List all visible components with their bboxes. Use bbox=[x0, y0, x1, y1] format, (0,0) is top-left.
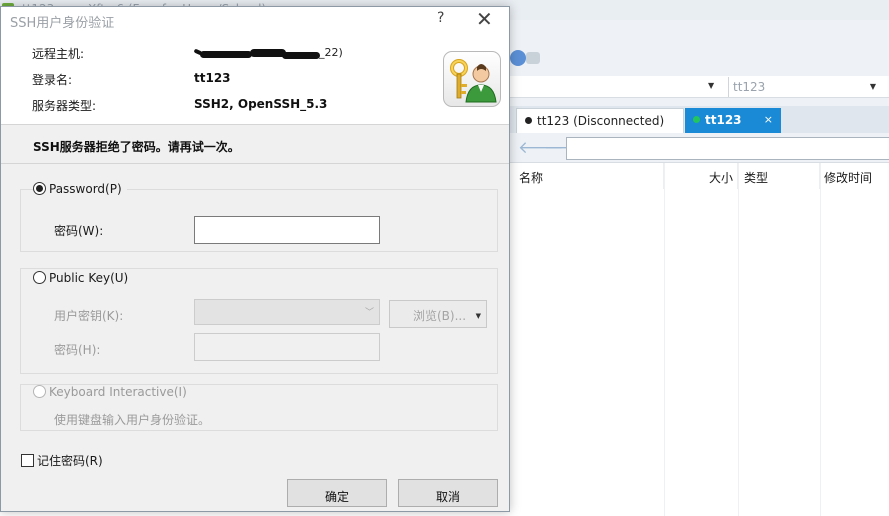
public-key-radio[interactable]: Public Key(U) bbox=[33, 271, 134, 285]
key-user-icon bbox=[443, 51, 501, 107]
keyboard-interactive-radio[interactable]: Keyboard Interactive(I) bbox=[33, 385, 192, 399]
status-dot-icon bbox=[693, 116, 700, 123]
remote-file-list[interactable]: 名称 大小 类型 修改时间 bbox=[510, 163, 889, 516]
cancel-button[interactable]: 取消 bbox=[398, 479, 498, 507]
connection-info-panel: 远程主机: _22) 登录名: tt123 服务器类型: SSH2, OpenS… bbox=[1, 33, 509, 125]
column-header-type[interactable]: 类型 bbox=[738, 163, 820, 189]
tab-label: tt123 (Disconnected) bbox=[537, 114, 665, 128]
browse-button[interactable]: 浏览(B)... ▼ bbox=[389, 300, 487, 328]
tab-disconnected-session[interactable]: tt123 (Disconnected) bbox=[516, 108, 684, 133]
session-tabs: tt123 (Disconnected) tt123 × bbox=[510, 106, 889, 133]
ssh-auth-dialog: SSH用户身份验证 ? ✕ 远程主机: _22) 登录名: tt123 服务器类… bbox=[0, 6, 510, 512]
ok-button[interactable]: 确定 bbox=[287, 479, 387, 507]
bg-address-bar: ▼ tt123 ▼ bbox=[510, 76, 889, 98]
close-button[interactable]: ✕ bbox=[476, 7, 493, 31]
remember-password-label: 记住密码(R) bbox=[37, 454, 103, 468]
passphrase-label: 密码(H): bbox=[54, 343, 101, 357]
checkbox-icon[interactable] bbox=[21, 454, 34, 467]
radio-checked-icon[interactable] bbox=[33, 182, 46, 195]
user-key-label: 用户密钥(K): bbox=[54, 309, 124, 323]
auth-error-message: SSH服务器拒绝了密码。请再试一次。 bbox=[33, 140, 240, 154]
keyboard-interactive-label: Keyboard Interactive(I) bbox=[49, 385, 187, 399]
server-type-value: SSH2, OpenSSH_5.3 bbox=[194, 97, 328, 111]
passphrase-input[interactable] bbox=[194, 333, 380, 361]
public-key-radio-label: Public Key(U) bbox=[49, 271, 129, 285]
password-radio-label: Password(P) bbox=[49, 182, 122, 196]
remote-host-suffix: _22) bbox=[319, 46, 343, 59]
tab-active-session[interactable]: tt123 × bbox=[685, 108, 781, 133]
column-divider bbox=[820, 163, 821, 516]
chevron-down-icon[interactable]: ▼ bbox=[708, 81, 714, 90]
help-button[interactable]: ? bbox=[437, 10, 444, 26]
chevron-down-icon[interactable]: ▼ bbox=[870, 82, 876, 91]
browse-button-label: 浏览(B)... bbox=[413, 309, 467, 323]
remote-path-input[interactable] bbox=[566, 137, 889, 160]
column-header-size[interactable]: 大小 bbox=[664, 163, 738, 189]
column-divider bbox=[738, 163, 739, 516]
help-icon[interactable] bbox=[510, 50, 526, 66]
auth-method-panel: SSH服务器拒绝了密码。请再试一次。 Password(P) 密码(W): Pu… bbox=[1, 125, 509, 511]
dialog-title-bar: SSH用户身份验证 ? ✕ bbox=[1, 7, 509, 33]
login-name-value: tt123 bbox=[194, 71, 231, 85]
radio-unchecked-icon[interactable] bbox=[33, 271, 46, 284]
status-dot-icon bbox=[525, 117, 532, 124]
radio-disabled-icon[interactable] bbox=[33, 385, 46, 398]
bg-nav-bar: 🡐 🡒 bbox=[510, 135, 889, 163]
dropdown-arrow-icon[interactable]: ▼ bbox=[476, 312, 481, 320]
password-input[interactable] bbox=[194, 216, 380, 244]
chevron-down-icon: ﹀ bbox=[364, 308, 374, 318]
user-key-select[interactable]: ﹀ bbox=[194, 299, 380, 325]
bg-toolbar bbox=[510, 44, 889, 76]
password-field-label: 密码(W): bbox=[54, 224, 104, 238]
tab-label: tt123 bbox=[705, 113, 742, 127]
remote-host-label: 远程主机: bbox=[32, 47, 85, 61]
column-header-name[interactable]: 名称 bbox=[510, 163, 664, 189]
remember-password-checkbox[interactable]: 记住密码(R) bbox=[21, 452, 103, 469]
login-name-label: 登录名: bbox=[32, 73, 73, 87]
host-combo[interactable]: tt123 ▼ bbox=[728, 77, 878, 97]
tab-close-icon[interactable]: × bbox=[764, 113, 773, 126]
column-divider bbox=[664, 163, 665, 516]
host-combo-value: tt123 bbox=[733, 80, 766, 94]
column-header-modified[interactable]: 修改时间 bbox=[820, 163, 889, 189]
password-radio[interactable]: Password(P) bbox=[33, 182, 127, 196]
keyboard-interactive-description: 使用键盘输入用户身份验证。 bbox=[54, 413, 211, 427]
chat-icon[interactable] bbox=[526, 52, 540, 64]
divider bbox=[1, 163, 509, 164]
dialog-title: SSH用户身份验证 bbox=[10, 16, 115, 31]
server-type-label: 服务器类型: bbox=[32, 99, 97, 113]
